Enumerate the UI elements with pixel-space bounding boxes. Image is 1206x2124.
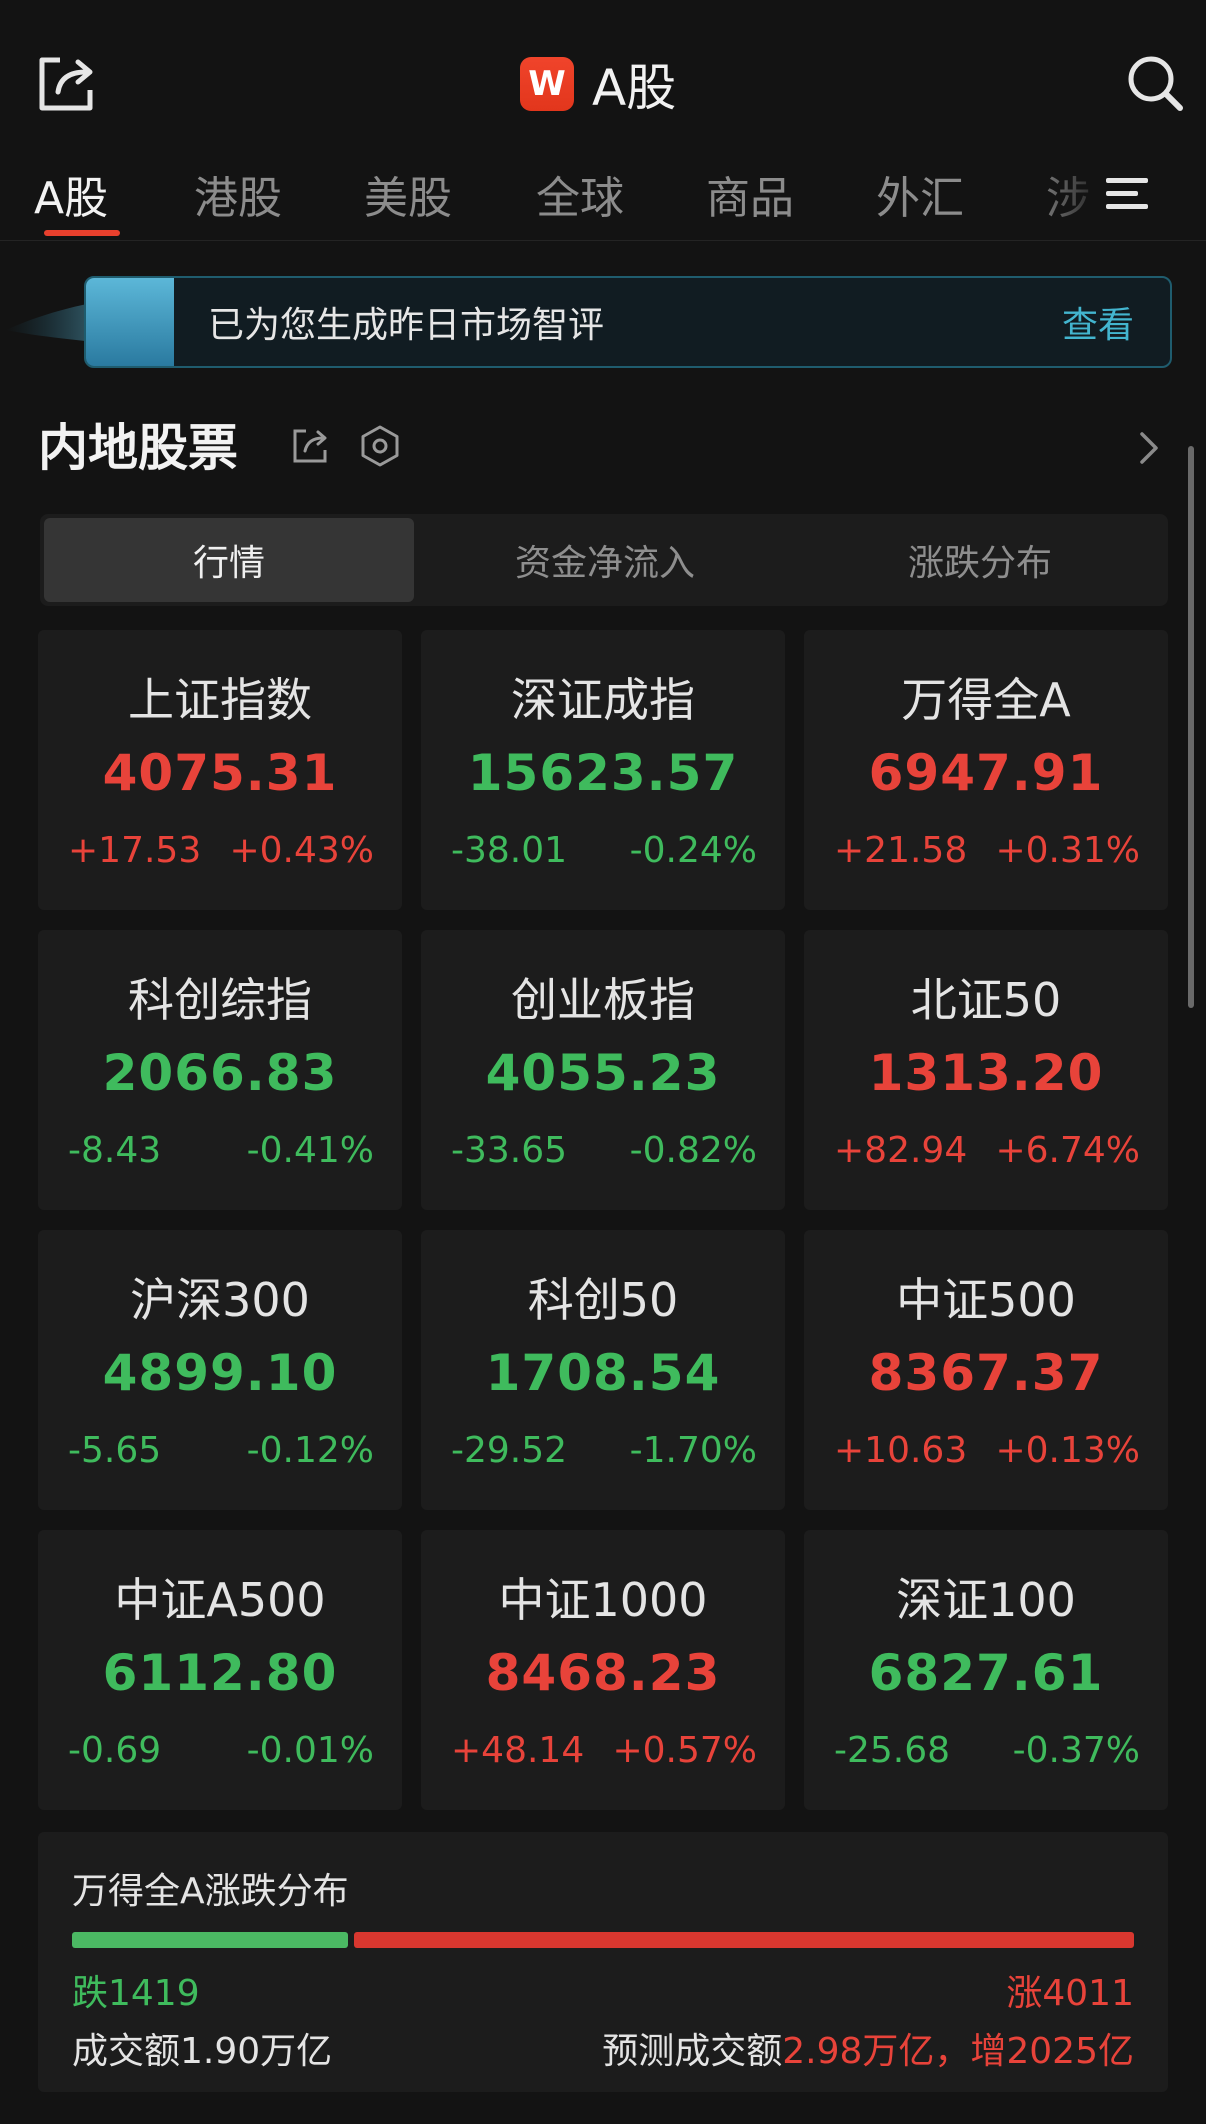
tab-commodities[interactable]: 商品 (706, 162, 794, 226)
segment-net-inflow[interactable]: 资金净流入 (420, 518, 790, 602)
decline-count: 跌1419 (72, 1973, 200, 2014)
forecast-label: 预测成交额 (602, 2031, 783, 2072)
tab-forex[interactable]: 外汇 (876, 162, 964, 226)
scrollbar[interactable] (1188, 446, 1194, 1008)
tab-hk-stocks[interactable]: 港股 (194, 162, 282, 226)
index-value: 6947.91 (868, 744, 1104, 802)
index-card[interactable]: 北证50 1313.20 +82.94 +6.74% (804, 930, 1168, 1210)
banner-text: 已为您生成昨日市场智评 (208, 305, 605, 346)
index-value: 4899.10 (102, 1344, 338, 1402)
index-card[interactable]: 深证100 6827.61 -25.68 -0.37% (804, 1530, 1168, 1810)
index-name: 深证成指 (511, 673, 695, 727)
advance-decline-bar (72, 1932, 1134, 1948)
index-value: 2066.83 (102, 1044, 338, 1102)
index-change-pct: +0.43% (229, 830, 374, 871)
tab-global[interactable]: 全球 (536, 162, 624, 226)
index-change: +21.58 (834, 830, 968, 871)
index-card[interactable]: 创业板指 4055.23 -33.65 -0.82% (421, 930, 785, 1210)
index-value: 6827.61 (868, 1644, 1104, 1702)
index-name: 中证1000 (498, 1573, 708, 1627)
index-value: 4055.23 (485, 1044, 721, 1102)
banner-accent (86, 278, 174, 366)
index-change-pct: -0.82% (629, 1130, 757, 1171)
banner-view-link[interactable]: 查看 (1062, 296, 1134, 348)
forecast-value: 2.98万亿，增2025亿 (782, 2031, 1134, 2072)
advance-bar-segment (354, 1932, 1134, 1948)
segment-quotes[interactable]: 行情 (44, 518, 414, 602)
index-name: 中证500 (896, 1273, 1076, 1327)
index-change: +17.53 (68, 830, 202, 871)
index-name: 科创50 (527, 1273, 679, 1327)
menu-icon[interactable] (1106, 176, 1154, 212)
top-bar: W A股 (0, 0, 1206, 150)
app-title: W A股 (520, 52, 676, 117)
advance-decline-panel[interactable]: 万得全A涨跌分布 跌1419 涨4011 成交额1.90万亿 预测成交额2.98… (38, 1832, 1168, 2092)
index-value: 1313.20 (868, 1044, 1104, 1102)
index-change: -0.69 (68, 1730, 162, 1771)
index-name: 创业板指 (511, 973, 695, 1027)
index-change-pct: +6.74% (995, 1130, 1140, 1171)
index-value: 4075.31 (102, 744, 338, 802)
index-change: -25.68 (834, 1730, 951, 1771)
index-change-pct: -0.01% (246, 1730, 374, 1771)
index-name: 北证50 (910, 973, 1062, 1027)
tab-a-shares[interactable]: A股 (34, 162, 108, 226)
index-name: 中证A500 (114, 1573, 326, 1627)
decline-bar-segment (72, 1932, 348, 1948)
index-change-pct: -0.41% (246, 1130, 374, 1171)
index-value: 1708.54 (485, 1344, 721, 1402)
index-change-pct: -0.12% (246, 1430, 374, 1471)
index-card[interactable]: 万得全A 6947.91 +21.58 +0.31% (804, 630, 1168, 910)
index-change: -33.65 (451, 1130, 568, 1171)
index-change-pct: +0.13% (995, 1430, 1140, 1471)
turnover-text: 成交额1.90万亿 (72, 2031, 333, 2072)
index-card[interactable]: 中证1000 8468.23 +48.14 +0.57% (421, 1530, 785, 1810)
index-change-pct: -1.70% (629, 1430, 757, 1471)
index-change: -5.65 (68, 1430, 162, 1471)
index-change: +10.63 (834, 1430, 968, 1471)
index-card[interactable]: 中证A500 6112.80 -0.69 -0.01% (38, 1530, 402, 1810)
index-change: -29.52 (451, 1430, 568, 1471)
index-value: 6112.80 (102, 1644, 338, 1702)
app-logo: W (520, 57, 574, 111)
index-value: 8468.23 (485, 1644, 721, 1702)
index-value: 15623.57 (467, 744, 739, 802)
section-share-icon[interactable] (292, 426, 330, 464)
active-tab-indicator (44, 230, 120, 236)
index-card[interactable]: 中证500 8367.37 +10.63 +0.13% (804, 1230, 1168, 1510)
share-icon[interactable] (36, 52, 98, 114)
index-change-pct: -0.24% (629, 830, 757, 871)
index-value: 8367.37 (868, 1344, 1104, 1402)
index-card[interactable]: 沪深300 4899.10 -5.65 -0.12% (38, 1230, 402, 1510)
ai-commentary-banner[interactable]: 已为您生成昨日市场智评 查看 (84, 276, 1172, 368)
index-card[interactable]: 上证指数 4075.31 +17.53 +0.43% (38, 630, 402, 910)
tab-us-stocks[interactable]: 美股 (364, 162, 452, 226)
index-name: 万得全A (901, 673, 1071, 727)
index-name: 沪深300 (130, 1273, 310, 1327)
view-segmented-control: 行情 资金净流入 涨跌分布 (40, 514, 1168, 606)
forecast-turnover: 预测成交额2.98万亿，增2025亿 (602, 2022, 1134, 2074)
index-card[interactable]: 深证成指 15623.57 -38.01 -0.24% (421, 630, 785, 910)
index-name: 深证100 (896, 1573, 1076, 1627)
index-change: -38.01 (451, 830, 568, 871)
market-tabs: A股 港股 美股 全球 商品 外汇 涉 (0, 150, 1206, 241)
index-name: 上证指数 (128, 673, 312, 727)
segment-distribution[interactable]: 涨跌分布 (796, 518, 1164, 602)
index-change-pct: -0.37% (1012, 1730, 1140, 1771)
index-name: 科创综指 (128, 973, 312, 1027)
index-change: +48.14 (451, 1730, 585, 1771)
index-change-pct: +0.31% (995, 830, 1140, 871)
settings-icon[interactable] (358, 424, 402, 468)
breadth-title: 万得全A涨跌分布 (72, 1871, 349, 1912)
index-change: -8.43 (68, 1130, 162, 1171)
advance-count: 涨4011 (1006, 1973, 1134, 2014)
index-change: +82.94 (834, 1130, 968, 1171)
app-title-text: A股 (592, 59, 677, 117)
section-title: 内地股票 (38, 419, 238, 477)
search-icon[interactable] (1124, 52, 1186, 114)
index-card[interactable]: 科创综指 2066.83 -8.43 -0.41% (38, 930, 402, 1210)
chevron-right-icon[interactable] (1136, 428, 1162, 468)
index-change-pct: +0.57% (612, 1730, 757, 1771)
index-card[interactable]: 科创50 1708.54 -29.52 -1.70% (421, 1230, 785, 1510)
